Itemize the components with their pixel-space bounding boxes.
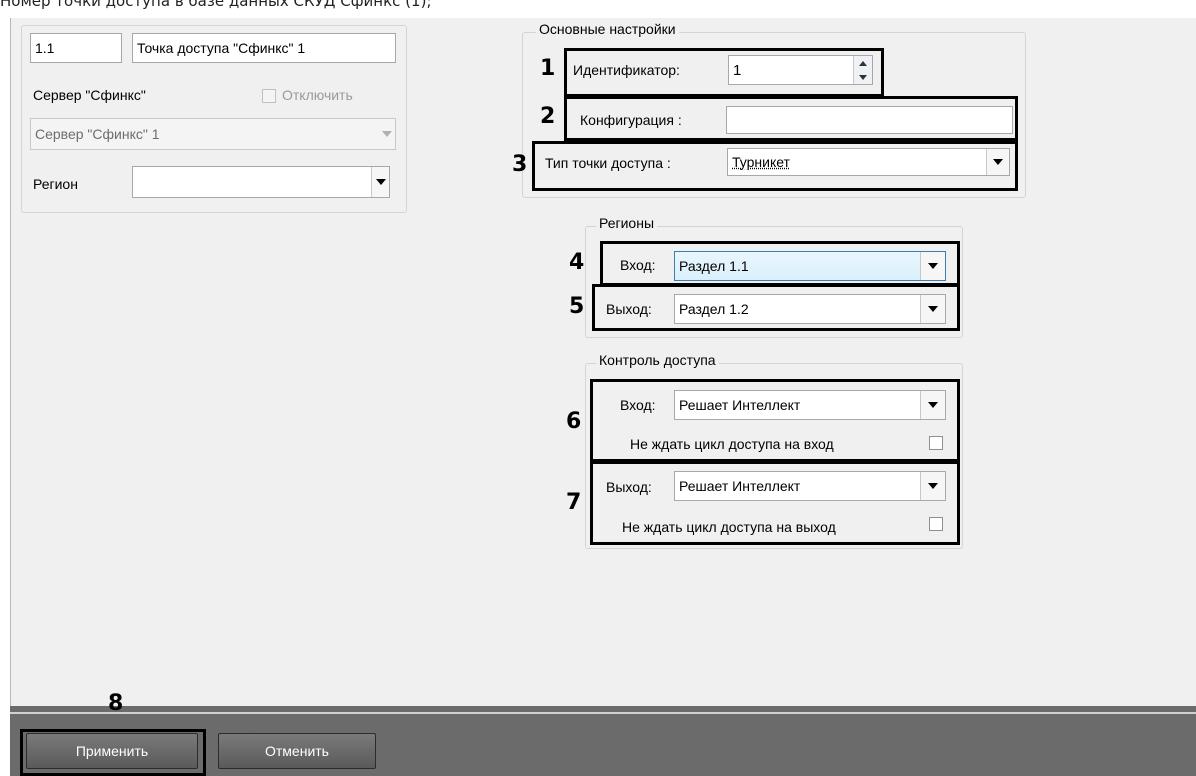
access-control-title: Контроль доступа xyxy=(596,352,719,368)
spin-up-icon[interactable] xyxy=(854,56,872,70)
identifier-spinbox[interactable]: 1 xyxy=(728,55,873,85)
region-label: Регион xyxy=(33,176,78,192)
regions-title: Регионы xyxy=(596,215,658,231)
configuration-field[interactable] xyxy=(726,106,1013,134)
regions-exit-label: Выход: xyxy=(606,301,652,317)
spin-buttons[interactable] xyxy=(853,56,872,84)
server-select-value: Сервер "Сфинкс" 1 xyxy=(35,126,160,142)
callout-5: 5 xyxy=(569,294,585,319)
ac-entry-select[interactable]: Решает Интеллект xyxy=(674,390,946,420)
server-select: Сервер "Сфинкс" 1 xyxy=(30,118,396,150)
server-label: Сервер "Сфинкс" xyxy=(33,87,146,103)
cancel-button[interactable]: Отменить xyxy=(218,733,376,769)
access-point-type-label: Тип точки доступа : xyxy=(545,155,671,171)
main-settings-title: Основные настройки xyxy=(536,21,679,37)
ac-entry-label: Вход: xyxy=(620,397,656,413)
disable-label: Отключить xyxy=(282,87,353,103)
chevron-down-icon[interactable] xyxy=(920,391,945,419)
chevron-down-icon xyxy=(377,119,395,149)
regions-entry-value: Раздел 1.1 xyxy=(679,258,749,274)
regions-entry-label: Вход: xyxy=(620,257,656,273)
identifier-value: 1 xyxy=(733,61,742,79)
regions-entry-select[interactable]: Раздел 1.1 xyxy=(674,251,946,281)
ac-exit-label: Выход: xyxy=(606,479,652,495)
caption-text: Номер точки доступа в базе данных СКУД С… xyxy=(0,0,432,10)
identifier-label: Идентификатор: xyxy=(573,62,680,78)
callout-8: 8 xyxy=(108,691,124,716)
chevron-down-icon[interactable] xyxy=(920,252,945,280)
chevron-down-icon[interactable] xyxy=(920,295,945,323)
access-point-type-value: Турникет xyxy=(732,154,790,170)
regions-exit-select[interactable]: Раздел 1.2 xyxy=(674,294,946,324)
callout-2: 2 xyxy=(540,104,556,129)
chevron-down-icon[interactable] xyxy=(371,167,389,197)
ac-exit-select[interactable]: Решает Интеллект xyxy=(674,471,946,501)
callout-6: 6 xyxy=(566,409,582,434)
configuration-label: Конфигурация : xyxy=(580,112,682,128)
disable-checkbox xyxy=(262,89,276,103)
chevron-down-icon[interactable] xyxy=(986,149,1009,175)
no-wait-entry-label: Не ждать цикл доступа на вход xyxy=(630,436,834,452)
callout-4: 4 xyxy=(569,250,585,275)
chevron-down-icon[interactable] xyxy=(920,472,945,500)
spin-down-icon[interactable] xyxy=(854,70,872,84)
callout-1: 1 xyxy=(540,56,556,81)
no-wait-entry-checkbox[interactable] xyxy=(929,436,943,450)
no-wait-exit-label: Не ждать цикл доступа на выход xyxy=(622,519,836,535)
callout-3: 3 xyxy=(512,152,528,177)
no-wait-exit-checkbox[interactable] xyxy=(929,517,943,531)
ac-exit-value: Решает Интеллект xyxy=(679,478,801,494)
callout-7: 7 xyxy=(566,490,582,515)
toolbar-divider xyxy=(10,712,1196,714)
object-id-field[interactable]: 1.1 xyxy=(30,33,122,63)
ac-entry-value: Решает Интеллект xyxy=(679,397,801,413)
access-point-type-select[interactable]: Турникет xyxy=(727,148,1010,176)
regions-exit-value: Раздел 1.2 xyxy=(679,301,749,317)
apply-button[interactable]: Применить xyxy=(26,733,198,769)
region-select[interactable] xyxy=(132,166,390,198)
object-name-field[interactable]: Точка доступа "Сфинкс" 1 xyxy=(132,33,396,63)
